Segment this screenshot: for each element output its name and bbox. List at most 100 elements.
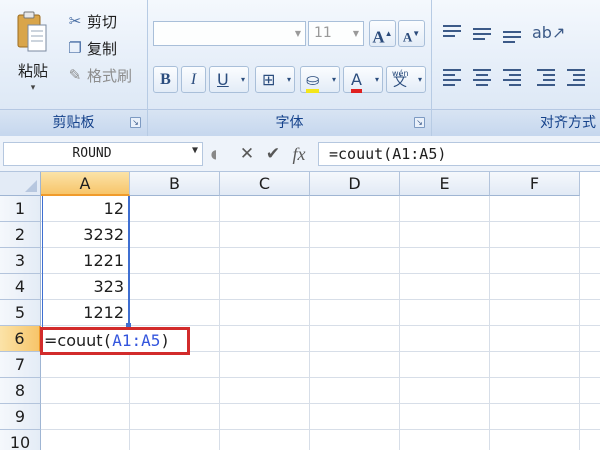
fill-color-button[interactable]: ⛀ ▾ [300, 66, 340, 93]
brush-icon: ✎ [68, 66, 82, 84]
row-header-7[interactable]: 7 [0, 352, 41, 378]
select-all-corner[interactable] [0, 172, 41, 196]
column-header-f[interactable]: F [490, 172, 580, 196]
column-gridline [489, 196, 490, 450]
format-painter-label: 格式刷 [87, 66, 133, 85]
font-color-icon: A [351, 70, 362, 93]
shrink-font-button[interactable]: A▼ [398, 20, 425, 47]
align-top-button[interactable] [438, 22, 466, 44]
column-gridline [579, 196, 580, 450]
cancel-icon[interactable]: ✕ [235, 142, 259, 166]
align-left-button[interactable] [438, 66, 466, 88]
borders-dropdown-icon[interactable]: ▾ [287, 67, 291, 92]
increase-indent-button[interactable] [562, 66, 590, 88]
name-box[interactable]: ROUND ▼ [3, 142, 203, 166]
enter-icon[interactable]: ✔ [261, 142, 285, 166]
italic-label: I [190, 71, 197, 88]
align-center-button[interactable] [468, 66, 496, 88]
scissors-icon: ✂ [68, 12, 82, 30]
edit-range-ref: A1:A5 [112, 331, 161, 350]
grow-font-label: A [372, 27, 385, 47]
align-right-button[interactable] [498, 66, 526, 88]
format-painter-button[interactable]: ✎ 格式刷 [66, 64, 132, 86]
bold-label: B [160, 71, 171, 88]
font-group-label: 字体 [148, 109, 431, 136]
row-gridline [41, 403, 600, 404]
row-header-6[interactable]: 6 [0, 326, 41, 352]
formula-input[interactable]: =couut(A1:A5) [318, 142, 600, 166]
clipboard-group-label: 剪贴板 [0, 109, 147, 136]
range-highlight [42, 196, 130, 327]
grow-font-button[interactable]: A▲ [369, 20, 396, 47]
font-size-value: 11 [314, 25, 332, 41]
column-header-a[interactable]: A [41, 172, 130, 196]
row-header-1[interactable]: 1 [0, 196, 41, 222]
paste-dropdown-icon[interactable]: ▾ [6, 83, 60, 93]
copy-button[interactable]: ❐ 复制 [66, 37, 117, 59]
font-size-combo[interactable]: 11 ▼ [308, 21, 364, 46]
clipboard-launcher-icon[interactable]: ↘ [130, 117, 141, 128]
column-gridline [399, 196, 400, 450]
paste-button[interactable]: 粘贴 ▾ [6, 5, 60, 105]
ribbon: 粘贴 ▾ ✂ 剪切 ❐ 复制 ✎ 格式刷 剪贴板 ↘ ▼ 11 ▼ A▲ A▼ … [0, 0, 600, 136]
borders-icon: ⊞ [262, 70, 276, 89]
alignment-group: ab↗ 对齐方式 [432, 0, 600, 136]
font-launcher-icon[interactable]: ↘ [414, 117, 425, 128]
edit-open-paren: ( [102, 331, 113, 350]
edit-formula-prefix: =couut [44, 331, 103, 350]
font-name-combo[interactable]: ▼ [153, 21, 306, 46]
row-header-2[interactable]: 2 [0, 222, 41, 248]
font-size-dropdown-icon[interactable]: ▼ [349, 22, 363, 45]
clipboard-group: 粘贴 ▾ ✂ 剪切 ❐ 复制 ✎ 格式刷 剪贴板 ↘ [0, 0, 148, 136]
editing-cell-a6[interactable]: =couut(A1:A5) [40, 327, 190, 355]
column-gridline [219, 196, 220, 450]
alignment-group-label: 对齐方式 [432, 109, 600, 136]
align-middle-button[interactable] [468, 22, 496, 44]
formula-buttons: ◖ ✕ ✔ fx [207, 142, 317, 166]
row-gridline [41, 377, 600, 378]
cut-label: 剪切 [87, 12, 118, 31]
bold-button[interactable]: B [153, 66, 178, 93]
font-name-dropdown-icon[interactable]: ▼ [291, 22, 305, 45]
row-gridline [41, 429, 600, 430]
shrink-font-label: A [402, 29, 413, 45]
underline-button[interactable]: U ▾ [209, 66, 249, 93]
row-header-8[interactable]: 8 [0, 378, 41, 404]
formula-bar: ROUND ▼ ◖ ✕ ✔ fx =couut(A1:A5) [0, 136, 600, 172]
insert-function-icon[interactable]: fx [287, 142, 311, 166]
borders-button[interactable]: ⊞ ▾ [255, 66, 295, 93]
row-header-10[interactable]: 10 [0, 430, 41, 450]
row-header-9[interactable]: 9 [0, 404, 41, 430]
paste-icon [17, 11, 47, 52]
decrease-indent-button[interactable] [532, 66, 560, 88]
cut-button[interactable]: ✂ 剪切 [66, 10, 117, 32]
paste-label: 粘贴 [17, 62, 48, 80]
name-box-dropdown-icon[interactable]: ▼ [192, 145, 198, 156]
font-color-button[interactable]: A ▾ [343, 66, 383, 93]
column-header-e[interactable]: E [400, 172, 490, 196]
row-header-3[interactable]: 3 [0, 248, 41, 274]
fill-bucket-icon: ⛀ [306, 70, 320, 93]
phonetic-guide-button[interactable]: wén 文 ▾ [386, 66, 426, 93]
edit-close-paren: ) [160, 331, 170, 350]
formula-bar-grip-icon: ◖ [210, 147, 218, 161]
underline-label: U [217, 70, 229, 89]
underline-dropdown-icon[interactable]: ▾ [241, 67, 245, 92]
row-header-5[interactable]: 5 [0, 300, 41, 326]
italic-button[interactable]: I [181, 66, 206, 93]
name-box-value: ROUND [72, 146, 112, 161]
column-header-c[interactable]: C [220, 172, 310, 196]
font-group: ▼ 11 ▼ A▲ A▼ B I U ▾ ⊞ ▾ ⛀ ▾ A ▾ wén 文 ▾… [148, 0, 432, 136]
row-header-4[interactable]: 4 [0, 274, 41, 300]
copy-icon: ❐ [68, 39, 82, 57]
phonetic-dropdown-icon[interactable]: ▾ [418, 67, 422, 92]
column-header-b[interactable]: B [130, 172, 220, 196]
worksheet-grid: ABCDEF 1 2 3 4 5 6 7 8 9 10 12 3232 1221 323 1212 =co… [0, 172, 600, 450]
column-header-d[interactable]: D [310, 172, 400, 196]
orientation-icon[interactable]: ab↗ [532, 22, 565, 44]
align-bottom-button[interactable] [498, 22, 526, 44]
column-gridline [309, 196, 310, 450]
fill-color-dropdown-icon[interactable]: ▾ [332, 67, 336, 92]
font-color-dropdown-icon[interactable]: ▾ [375, 67, 379, 92]
phonetic-char: 文 [393, 74, 407, 90]
